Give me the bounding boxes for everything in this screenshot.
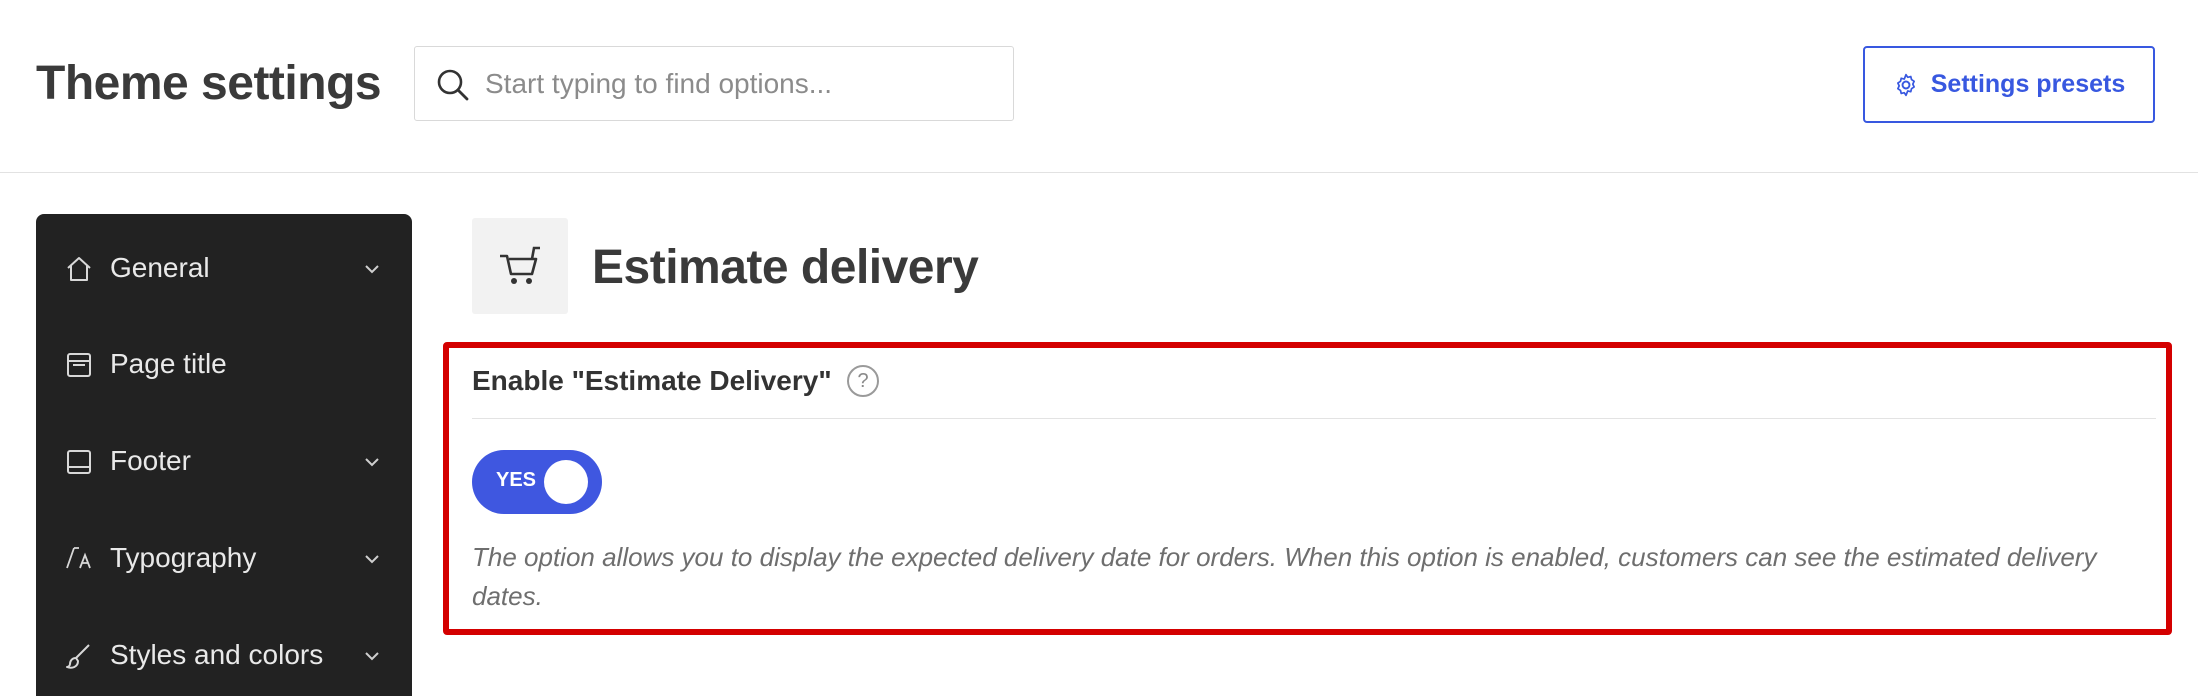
sidebar-item-label: Page title (110, 348, 227, 379)
estimate-delivery-toggle[interactable]: YES (472, 450, 602, 514)
chevron-down-icon (365, 652, 379, 661)
sidebar-item-label: General (110, 252, 210, 283)
option-label: Enable "Estimate Delivery" (472, 365, 832, 396)
sidebar: General Page title Footer Typography Sty… (36, 214, 412, 696)
search-icon (437, 69, 469, 101)
footer-icon (67, 450, 91, 474)
sidebar-item-label: Footer (110, 445, 191, 476)
toggle-knob (544, 460, 588, 504)
sidebar-item-general[interactable]: General (36, 233, 412, 303)
settings-presets-button[interactable]: Settings presets (1863, 46, 2155, 123)
brush-icon (66, 644, 90, 669)
sidebar-item-typography[interactable]: Typography (36, 523, 412, 593)
gear-icon (1896, 73, 1915, 96)
help-icon[interactable]: ? (847, 365, 879, 397)
settings-presets-label: Settings presets (1930, 70, 2126, 98)
sidebar-item-styles-and-colors[interactable]: Styles and colors (36, 620, 412, 690)
page-title: Theme settings (36, 57, 382, 110)
sidebar-item-page-title[interactable]: Page title (36, 329, 412, 399)
divider (472, 418, 2156, 419)
option-description: The option allows you to display the exp… (472, 542, 2097, 611)
section-title: Estimate delivery (592, 241, 979, 294)
search-input[interactable] (485, 47, 1005, 120)
typography-icon (66, 547, 91, 569)
section-icon-box (472, 218, 568, 314)
page-icon (67, 353, 91, 377)
toggle-text: YES (496, 469, 537, 491)
sidebar-item-footer[interactable]: Footer (36, 426, 412, 496)
home-icon (67, 257, 91, 281)
search-box[interactable] (414, 46, 1014, 121)
sidebar-item-label: Styles and colors (110, 639, 324, 670)
chevron-down-icon (365, 555, 379, 564)
cart-icon (500, 246, 540, 284)
chevron-down-icon (365, 265, 379, 274)
top-bar: Theme settings Settings presets (0, 0, 2198, 173)
sidebar-item-label: Typography (110, 542, 257, 573)
chevron-down-icon (365, 458, 379, 467)
